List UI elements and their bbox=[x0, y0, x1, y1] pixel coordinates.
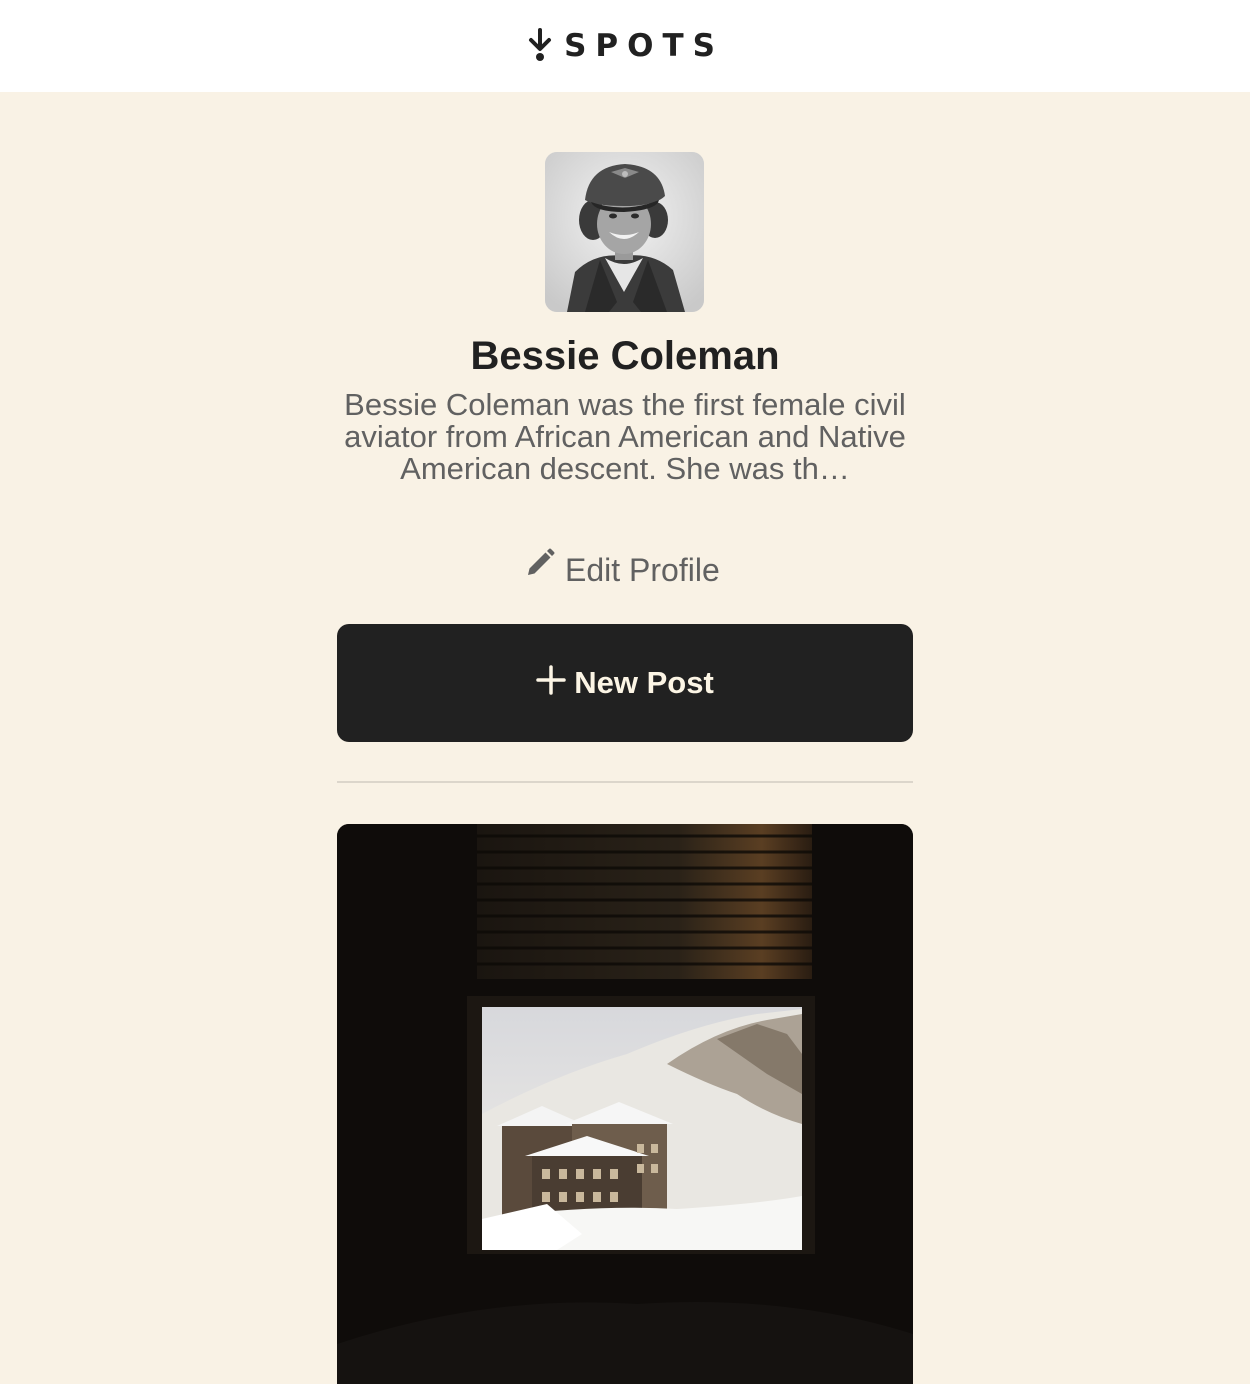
avatar bbox=[545, 152, 704, 312]
logo-text: SPOTS bbox=[564, 28, 724, 64]
app-header: SPOTS bbox=[0, 0, 1250, 92]
profile-name: Bessie Coleman bbox=[470, 334, 780, 378]
edit-profile-button[interactable]: Edit Profile bbox=[525, 548, 720, 592]
edit-profile-label: Edit Profile bbox=[565, 551, 720, 588]
new-post-button[interactable]: New Post bbox=[337, 624, 913, 742]
plus-icon bbox=[536, 665, 566, 695]
post-card[interactable] bbox=[337, 824, 913, 1384]
pencil-icon bbox=[528, 548, 555, 575]
avatar-photo bbox=[545, 152, 704, 312]
profile-page: Bessie Coleman Bessie Coleman was the fi… bbox=[0, 92, 1250, 1384]
arrow-down-dot-icon bbox=[529, 28, 552, 61]
profile-description: Bessie Coleman was the first female civi… bbox=[344, 389, 906, 485]
new-post-label: New Post bbox=[574, 665, 714, 700]
post-image bbox=[337, 824, 913, 1384]
divider bbox=[337, 781, 913, 783]
logo[interactable]: SPOTS bbox=[526, 28, 724, 64]
